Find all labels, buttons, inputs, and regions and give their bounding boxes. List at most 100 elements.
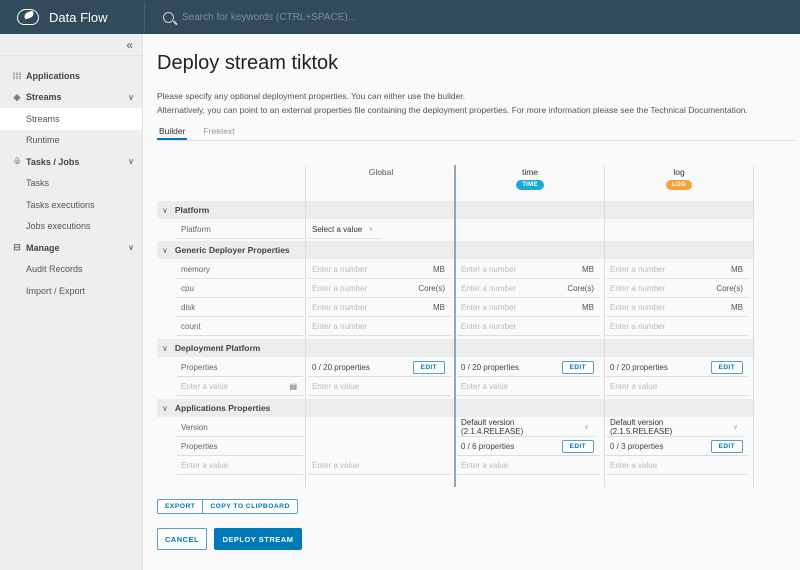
search-icon (163, 11, 174, 23)
sidebar-item-audit-records[interactable]: Audit Records (0, 259, 142, 281)
sidebar-group-streams[interactable]: ◈ Streams ∨ (0, 87, 142, 109)
chevron-down-icon: ∨ (162, 245, 168, 255)
chevron-down-icon: ∨ (583, 424, 589, 431)
global-memory-input[interactable]: Enter a number MB (308, 260, 451, 279)
chevron-down-icon: ∨ (162, 403, 168, 413)
column-divider (305, 165, 306, 487)
time-count-input[interactable]: Enter a number (457, 317, 600, 336)
sidebar-item-label: Jobs executions (26, 221, 91, 232)
sidebar-item-runtime[interactable]: Runtime (0, 130, 142, 152)
section-generic-deployer[interactable]: ∨ Generic Deployer Properties (157, 241, 754, 259)
section-platform[interactable]: ∨ Platform (157, 201, 754, 219)
tasks-icon: ♧ (12, 156, 22, 167)
time-version-select[interactable]: Default version (2.1.4.RELEASE) ∨ (457, 418, 595, 437)
edit-button[interactable]: EDIT (412, 360, 445, 374)
sidebar-group-tasks-jobs[interactable]: ♧ Tasks / Jobs ∨ (0, 151, 142, 173)
time-memory-input[interactable]: Enter a number MB (457, 260, 600, 279)
properties-count: 0 / 20 properties (461, 362, 519, 372)
time-disk-input[interactable]: Enter a number MB (457, 298, 600, 317)
placeholder: Enter a value (181, 460, 229, 470)
tab-builder[interactable]: Builder (157, 124, 188, 140)
section-title: Platform (174, 205, 210, 215)
row-label-text: Platform (181, 224, 211, 234)
placeholder: Enter a number (312, 283, 368, 293)
row-label: cpu (177, 279, 303, 298)
main-content: Deploy stream tiktok Please specify any … (157, 34, 797, 141)
column-title: log (673, 167, 685, 177)
placeholder: Enter a value (461, 381, 509, 391)
log-version-select[interactable]: Default version (2.1.5.RELEASE) ∨ (606, 418, 744, 437)
export-button[interactable]: EXPORT (157, 499, 204, 514)
placeholder: Enter a value (461, 460, 509, 470)
row-label-text: disk (181, 302, 196, 312)
log-cpu-input[interactable]: Enter a number Core(s) (606, 279, 749, 298)
section-title: Deployment Platform (174, 343, 261, 353)
section-deployment-platform[interactable]: ∨ Deployment Platform (157, 339, 754, 357)
chevron-down-icon: ∨ (368, 226, 374, 233)
sidebar-item-tasks[interactable]: Tasks (0, 173, 142, 195)
id-card-icon[interactable]: ▤ (289, 382, 297, 391)
global-disk-input[interactable]: Enter a number MB (308, 298, 451, 317)
edit-button[interactable]: EDIT (710, 439, 743, 453)
app-property-key-input[interactable]: Enter a value (177, 456, 303, 475)
sidebar-item-import-export[interactable]: Import / Export (0, 280, 142, 302)
properties-count: 0 / 20 properties (610, 362, 668, 372)
grid-icon: ⁞⁞⁞ (12, 70, 22, 81)
sidebar-item-applications[interactable]: ⁞⁞⁞ Applications (0, 65, 142, 87)
row-label-text: Properties (181, 441, 218, 451)
header-divider (144, 3, 145, 31)
cancel-button[interactable]: CANCEL (157, 528, 207, 550)
copy-to-clipboard-button[interactable]: COPY TO CLIPBOARD (203, 499, 298, 514)
placeholder: Enter a number (610, 264, 666, 274)
unit: MB (731, 264, 743, 274)
time-app-value-input[interactable]: Enter a value (457, 456, 600, 475)
section-applications-properties[interactable]: ∨ Applications Properties (157, 399, 754, 417)
sidebar-item-tasks-executions[interactable]: Tasks executions (0, 194, 142, 216)
global-cpu-input[interactable]: Enter a number Core(s) (308, 279, 451, 298)
edit-button[interactable]: EDIT (561, 360, 594, 374)
collapse-sidebar-button[interactable]: « (0, 34, 142, 56)
log-app-value-input[interactable]: Enter a value (606, 456, 749, 475)
sidebar-item-label: Runtime (26, 135, 60, 146)
placeholder: Enter a number (312, 302, 368, 312)
select-value: Default version (2.1.5.RELEASE) (610, 418, 673, 436)
sidebar-item-label: Manage (26, 242, 60, 253)
global-value-input[interactable]: Enter a value (308, 377, 451, 396)
sidebar-item-label: Streams (26, 113, 60, 124)
search-input[interactable] (182, 11, 482, 23)
deploy-stream-button[interactable]: DEPLOY STREAM (214, 528, 302, 550)
log-value-input[interactable]: Enter a value (606, 377, 749, 396)
log-memory-input[interactable]: Enter a number MB (606, 260, 749, 279)
unit: Core(s) (716, 283, 743, 293)
properties-count: 0 / 20 properties (312, 362, 370, 372)
sidebar-item-label: Audit Records (26, 264, 83, 275)
time-value-input[interactable]: Enter a value (457, 377, 600, 396)
log-disk-input[interactable]: Enter a number MB (606, 298, 749, 317)
global-app-value-input[interactable]: Enter a value (308, 456, 451, 475)
chevron-down-icon: ∨ (128, 92, 134, 102)
sidebar-item-jobs-executions[interactable]: Jobs executions (0, 216, 142, 238)
global-count-input[interactable]: Enter a number (308, 317, 451, 336)
export-button-group: EXPORT COPY TO CLIPBOARD (157, 499, 298, 514)
sidebar-item-label: Applications (26, 70, 81, 81)
property-key-input[interactable]: Enter a value ▤ (177, 377, 303, 396)
tab-freetext[interactable]: Freetext (201, 124, 236, 140)
time-cpu-input[interactable]: Enter a number Core(s) (457, 279, 600, 298)
chevron-down-icon: ∨ (162, 343, 168, 353)
tabs: Builder Freetext (157, 124, 797, 141)
sidebar-item-streams[interactable]: Streams (0, 108, 142, 130)
placeholder: Enter a number (610, 302, 666, 312)
edit-button[interactable]: EDIT (561, 439, 594, 453)
form-actions: CANCEL DEPLOY STREAM (157, 528, 302, 550)
row-label: Properties (177, 358, 303, 377)
placeholder: Enter a number (461, 264, 517, 274)
log-count-input[interactable]: Enter a number (606, 317, 749, 336)
sidebar-group-manage[interactable]: ⊟ Manage ∨ (0, 237, 142, 259)
properties-count: 0 / 6 properties (461, 441, 515, 451)
sidebar: « ⁞⁞⁞ Applications ◈ Streams ∨ Streams Runt… (0, 34, 143, 570)
edit-button[interactable]: EDIT (710, 360, 743, 374)
briefcase-icon: ⊟ (13, 242, 21, 253)
column-header-log: log LOG (605, 167, 753, 202)
platform-select[interactable]: Select a value ∨ (308, 220, 381, 239)
unit: Core(s) (567, 283, 594, 293)
